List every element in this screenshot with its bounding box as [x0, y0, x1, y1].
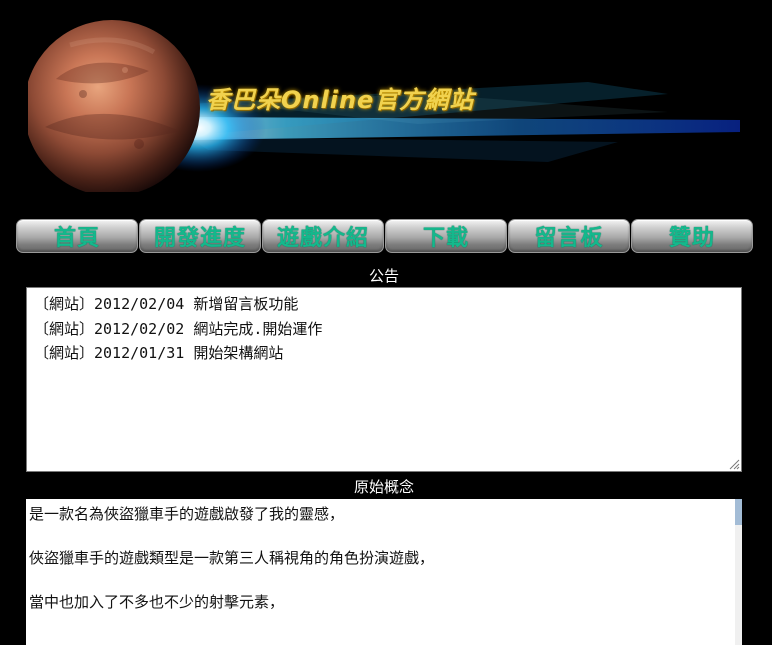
concept-paragraph: 當中也加入了不多也不少的射擊元素， [29, 593, 285, 611]
announcement-item: 〔網站〕2012/02/02 網站完成.開始運作 [34, 319, 323, 338]
nav-home-button[interactable]: 首頁 [16, 219, 138, 253]
nav-game-introduction-button[interactable]: 遊戲介紹 [262, 219, 384, 253]
nav-development-progress-button[interactable]: 開發進度 [139, 219, 261, 253]
nav-message-board-button[interactable]: 留言板 [508, 219, 630, 253]
concept-scrollbar[interactable] [735, 499, 742, 645]
nav-home-label: 首頁 [53, 226, 100, 251]
nav-sponsor-button[interactable]: 贊助 [631, 219, 753, 253]
announcement-textarea[interactable]: 〔網站〕2012/02/04 新增留言板功能 〔網站〕2012/02/02 網站… [26, 287, 742, 472]
original-concept-heading: 原始概念 [353, 478, 414, 496]
main-navigation: 首頁 開發進度 遊戲介紹 下載 留言板 贊助 [16, 219, 756, 253]
nav-message-board-label: 留言板 [534, 226, 604, 251]
nav-download-label: 下載 [422, 226, 469, 251]
original-concept-content[interactable]: 是一款名為俠盜獵車手的遊戲啟發了我的靈感， 俠盜獵車手的遊戲類型是一款第三人稱視… [26, 499, 742, 645]
announcement-item: 〔網站〕2012/01/31 開始架構網站 [34, 344, 284, 362]
site-title: 香巴朵Online官方網站 [206, 86, 475, 114]
announcement-item: 〔網站〕2012/02/04 新增留言板功能 [34, 295, 299, 313]
concept-paragraph: 是一款名為俠盜獵車手的遊戲啟發了我的靈感， [29, 505, 345, 523]
announcement-heading: 公告 [368, 267, 399, 285]
nav-download-button[interactable]: 下載 [385, 219, 507, 253]
nav-game-introduction-label: 遊戲介紹 [276, 226, 369, 251]
page: 香巴朵Online官方網站 首頁 開發進度 遊戲介紹 下載 留言板 贊助 公告 … [0, 0, 772, 645]
nav-development-progress-label: 開發進度 [153, 226, 246, 251]
nav-sponsor-label: 贊助 [668, 226, 715, 251]
concept-scroll-thumb[interactable] [735, 499, 742, 525]
header-banner: 香巴朵Online官方網站 [28, 12, 744, 192]
concept-paragraph: 俠盜獵車手的遊戲類型是一款第三人稱視角的角色扮演遊戲， [29, 549, 435, 567]
resize-grip-icon[interactable] [728, 458, 740, 470]
